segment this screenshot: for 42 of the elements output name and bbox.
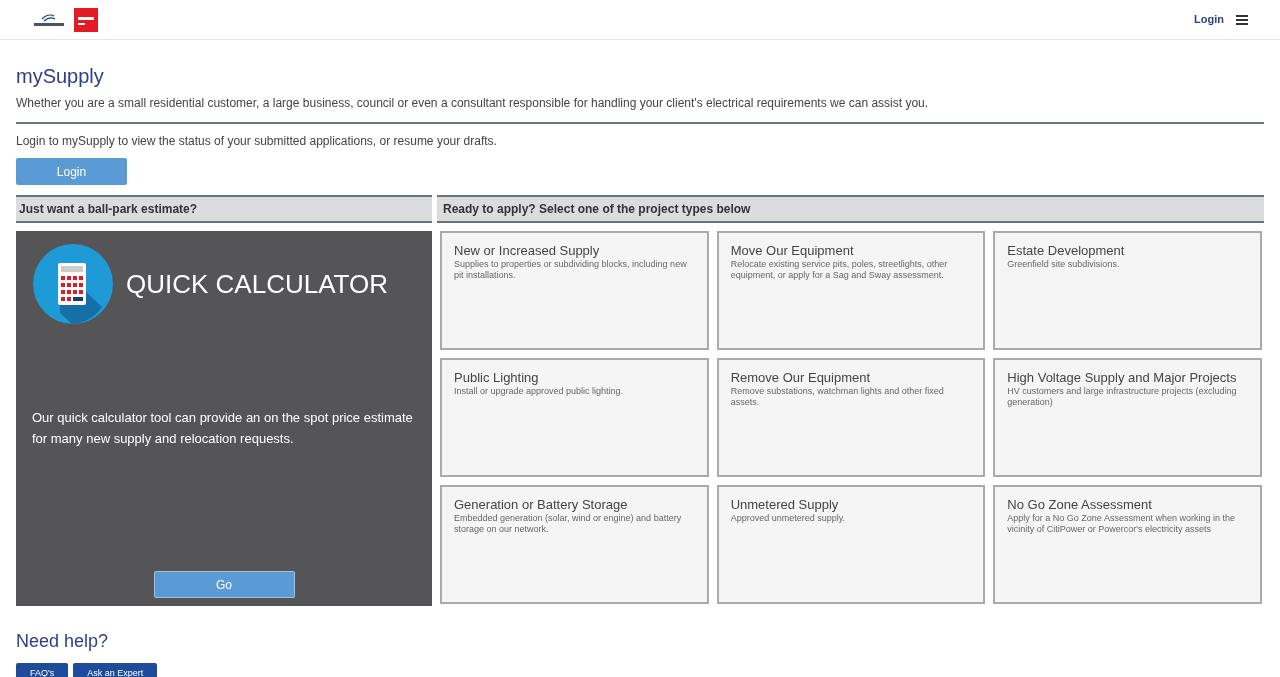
- card-title: Generation or Battery Storage: [454, 497, 629, 512]
- project-card[interactable]: High Voltage Supply and Major Projects HV customers and large infrastructure projects (excluding generation): [993, 358, 1262, 477]
- card-title: High Voltage Supply and Major Projects: [1007, 370, 1238, 385]
- calculator-title: QUICK CALCULATOR: [126, 267, 388, 301]
- calculator-description: Our quick calculator tool can provide an on the spot price estimate for many new supply and relocation requests.: [32, 409, 414, 448]
- project-card[interactable]: Move Our Equipment Relocate existing service pits, poles, streetlights, other equipment, or apply for a Sag and Sway assessment.: [716, 231, 986, 350]
- intro-text: Whether you are a small residential customer, a large business, council or even a consultant responsible for handling your client's electrical requirements we can assist you.: [16, 94, 1264, 124]
- card-description: Supplies to properties or subdividing blocks, including new pit installations.: [454, 259, 688, 281]
- brand-logo-icon: [74, 7, 98, 32]
- card-description: HV customers and large infrastructure projects (excluding generation): [1007, 386, 1238, 408]
- project-card[interactable]: No Go Zone Assessment Apply for a No Go Zone Assessment when working in the vicinity of CitiPower or Powercor's electricity assets: [993, 485, 1262, 604]
- card-description: Approved unmetered supply.: [730, 513, 847, 524]
- project-card[interactable]: Remove Our Equipment Remove substations, watchman lights and other fixed assets.: [716, 358, 986, 477]
- card-title: No Go Zone Assessment: [1007, 497, 1153, 512]
- card-title: Move Our Equipment: [730, 243, 855, 258]
- login-link[interactable]: Login: [1194, 11, 1224, 28]
- card-title: Unmetered Supply: [730, 497, 840, 512]
- project-card[interactable]: Generation or Battery Storage Embedded generation (solar, wind or engine) and battery storage on our network.: [440, 485, 709, 604]
- card-description: Greenfield site subdivisions.: [1007, 259, 1121, 270]
- project-card[interactable]: New or Increased Supply Supplies to properties or subdividing blocks, including new pit installations.: [440, 231, 709, 350]
- card-title: Remove Our Equipment: [730, 370, 872, 385]
- card-description: Apply for a No Go Zone Assessment when working in the vicinity of CitiPower or Powercor's electricity assets: [1007, 513, 1236, 535]
- card-description: Relocate existing service pits, poles, streetlights, other equipment, or apply for a Sag and Sway assessment.: [730, 259, 949, 281]
- menu-icon[interactable]: [1236, 14, 1248, 25]
- login-prompt: Login to mySupply to view the status of your submitted applications, or resume your drafts.: [16, 133, 498, 150]
- card-description: Embedded generation (solar, wind or engine) and battery storage on our network.: [454, 513, 683, 535]
- project-card[interactable]: Unmetered Supply Approved unmetered supply.: [716, 485, 986, 604]
- card-title: Public Lighting: [454, 370, 540, 385]
- calculator-icon: [32, 243, 114, 325]
- project-card[interactable]: Public Lighting Install or upgrade approved public lighting.: [440, 358, 709, 477]
- card-title: New or Increased Supply: [454, 243, 601, 258]
- help-button[interactable]: FAQ's: [16, 663, 69, 677]
- card-title: Estate Development: [1007, 243, 1126, 258]
- page-title: mySupply: [16, 64, 105, 88]
- help-button[interactable]: Ask an Expert: [73, 663, 158, 677]
- section-header: Just want a ball-park estimate?: [16, 195, 432, 223]
- card-description: Install or upgrade approved public lighting.: [454, 386, 625, 397]
- section-header: Ready to apply? Select one of the project types below: [437, 195, 1264, 223]
- card-description: Remove substations, watchman lights and other fixed assets.: [730, 386, 945, 408]
- help-heading: Need help?: [16, 630, 110, 653]
- project-card[interactable]: Estate Development Greenfield site subdivisions.: [993, 231, 1262, 350]
- logo-icon: [32, 12, 66, 27]
